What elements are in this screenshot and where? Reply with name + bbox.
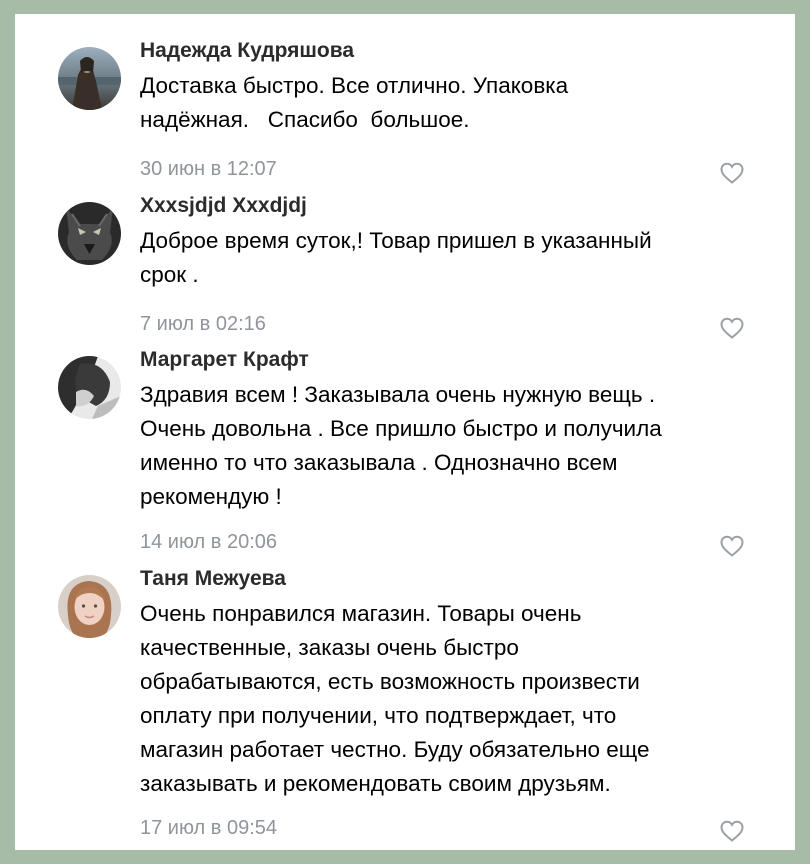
comment-time[interactable]: 17 июл в 09:54: [140, 817, 277, 840]
heart-outline-icon[interactable]: [719, 534, 745, 558]
comment-author[interactable]: Надежда Кудряшова: [140, 39, 354, 63]
avatar[interactable]: [58, 356, 121, 419]
avatar[interactable]: [58, 202, 121, 265]
comment-author[interactable]: Xxxsjdjd Xxxdjdj: [140, 194, 307, 218]
heart-outline-icon[interactable]: [719, 161, 745, 185]
comment-time[interactable]: 30 июн в 12:07: [140, 158, 277, 181]
comments-card: Надежда Кудряшова Доставка быстро. Все о…: [15, 14, 795, 850]
comment-text: Очень понравился магазин. Товары очень к…: [140, 601, 650, 796]
avatar-photo: [58, 356, 121, 419]
avatar-photo: [58, 47, 121, 110]
avatar-photo: [58, 202, 121, 265]
avatar[interactable]: [58, 47, 121, 110]
comment-time[interactable]: 7 июл в 02:16: [140, 313, 266, 336]
comment-text: Здравия всем ! Заказывала очень нужную в…: [140, 382, 662, 509]
comment-text: Доброе время суток,! Товар пришел в указ…: [140, 228, 652, 287]
comment-author[interactable]: Таня Межуева: [140, 567, 286, 591]
comment-time[interactable]: 14 июл в 20:06: [140, 531, 277, 554]
avatar[interactable]: [58, 575, 121, 638]
comment-text: Доставка быстро. Все отлично. Упаковка н…: [140, 73, 569, 132]
heart-outline-icon[interactable]: [719, 819, 745, 843]
avatar-photo: [58, 575, 121, 638]
comment-author[interactable]: Маргарет Крафт: [140, 348, 309, 372]
heart-outline-icon[interactable]: [719, 316, 745, 340]
